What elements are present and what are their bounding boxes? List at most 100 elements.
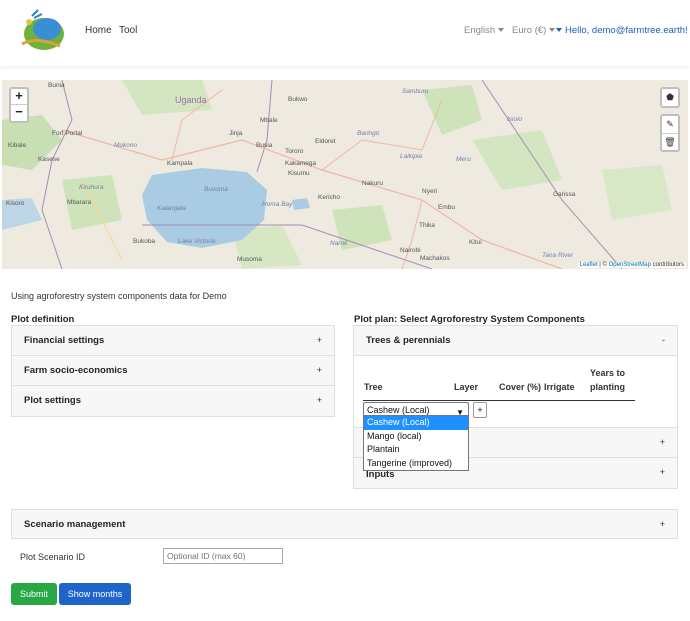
- map-label: Homa Bay: [262, 201, 293, 208]
- map-label: Garissa: [553, 191, 576, 198]
- scenario-id-input[interactable]: [163, 548, 283, 564]
- map-label: Bukwo: [288, 96, 308, 103]
- chevron-down-icon: [556, 28, 562, 33]
- farmtree-logo[interactable]: [14, 8, 68, 54]
- expand-icon: +: [316, 395, 322, 405]
- attribution-separator: | ©: [597, 262, 609, 268]
- map-label: Uganda: [175, 95, 207, 105]
- user-greeting: Hello, demo@farmtree.earth!: [565, 25, 688, 36]
- plot-definition-title: Plot definition: [11, 314, 75, 325]
- map-label: Laikipia: [400, 153, 423, 160]
- edit-icon[interactable]: ✎: [662, 116, 678, 133]
- tree-options-dropdown: Cashew (Local) Mango (local) Plantain Ta…: [363, 415, 469, 471]
- polygon-icon[interactable]: ⬟: [662, 89, 678, 106]
- map-label: Mukono: [114, 142, 138, 149]
- col-irrigate: Irrigate: [544, 382, 575, 392]
- col-cover: Cover (%): [499, 382, 542, 392]
- map-label: Lake Victoria: [178, 238, 216, 245]
- map-label: Nyeri: [422, 188, 438, 195]
- map-label: Baringo: [357, 130, 380, 137]
- map-label: Kiruhura: [79, 184, 104, 191]
- show-months-button[interactable]: Show months: [59, 583, 131, 605]
- attribution-tail: contributors: [650, 262, 684, 268]
- expand-icon: +: [659, 519, 665, 529]
- zoom-out-button[interactable]: −: [11, 105, 27, 121]
- map-label: Embu: [438, 204, 455, 211]
- tree-option[interactable]: Tangerine (improved): [364, 457, 468, 471]
- col-planting: planting: [590, 382, 625, 392]
- plot-definition-accordion: Financial settings + Farm socio-economic…: [11, 325, 335, 417]
- accordion-label: Plot settings: [24, 395, 82, 406]
- map-label: Kisumu: [288, 170, 310, 177]
- plot-plan-title: Plot plan: Select Agroforestry System Co…: [354, 314, 585, 325]
- user-menu[interactable]: Hello, demo@farmtree.earth!: [556, 25, 688, 36]
- leaflet-link[interactable]: Leaflet: [580, 262, 598, 268]
- map-label: Buvuma: [204, 186, 228, 193]
- language-label: English: [464, 25, 496, 36]
- chevron-down-icon: [498, 28, 505, 33]
- financial-settings-header[interactable]: Financial settings +: [12, 326, 334, 356]
- map-label: Nairobi: [400, 247, 421, 254]
- map-label: Meru: [456, 156, 471, 163]
- navbar: Home Tool English Euro (€) Hello, demo@f…: [0, 0, 690, 66]
- map-label: Kitui: [469, 239, 482, 246]
- map-label: Kampala: [167, 160, 193, 167]
- edit-tools-group: ✎ 🗑: [660, 114, 680, 152]
- map[interactable]: Bunia Uganda Bukwo Samburu Isiolo Fort P…: [2, 80, 688, 269]
- map-label: Mbale: [260, 117, 278, 124]
- add-tree-button[interactable]: +: [473, 402, 487, 418]
- currency-label: Euro (€): [512, 25, 547, 36]
- map-label: Narok: [330, 240, 348, 247]
- trash-icon[interactable]: 🗑: [662, 133, 678, 150]
- tree-select-value: Cashew (Local): [367, 405, 430, 415]
- map-label: Mbarara: [67, 199, 92, 206]
- map-label: Samburu: [402, 88, 429, 95]
- plot-settings-header[interactable]: Plot settings +: [12, 386, 334, 416]
- map-label: Nakuru: [362, 180, 383, 187]
- map-label: Busia: [256, 142, 273, 149]
- draw-toolbar: ⬟ ✎ 🗑: [660, 87, 680, 158]
- zoom-in-button[interactable]: +: [11, 89, 27, 105]
- header-divider: [363, 400, 635, 401]
- scenario-id-label: Plot Scenario ID: [20, 552, 86, 562]
- scenario-management-header[interactable]: Scenario management +: [11, 509, 678, 539]
- col-tree: Tree: [364, 382, 383, 392]
- draw-polygon-group: ⬟: [660, 87, 680, 108]
- zoom-control: + −: [9, 87, 29, 123]
- farm-socio-economics-header[interactable]: Farm socio-economics +: [12, 356, 334, 386]
- accordion-label: Scenario management: [24, 519, 126, 530]
- accordion-label: Trees & perennials: [366, 335, 451, 346]
- map-label: Kakamega: [285, 160, 317, 167]
- submit-button[interactable]: Submit: [11, 583, 57, 605]
- map-label: Tororo: [285, 148, 304, 155]
- map-label: Fort Portal: [52, 130, 83, 137]
- currency-dropdown[interactable]: Euro (€): [512, 25, 556, 36]
- nav-tool-link[interactable]: Tool: [119, 25, 137, 36]
- nav-home-link[interactable]: Home: [85, 25, 112, 36]
- map-label: Machakos: [420, 255, 450, 262]
- tree-option[interactable]: Plantain: [364, 443, 468, 457]
- map-label: Bukoba: [133, 238, 156, 245]
- map-label: Kibale: [8, 142, 27, 149]
- osm-link[interactable]: OpenStreetMap: [609, 262, 651, 268]
- language-dropdown[interactable]: English: [464, 25, 505, 36]
- col-layer: Layer: [454, 382, 479, 392]
- map-label: Isiolo: [507, 116, 523, 123]
- tree-option[interactable]: Cashew (Local): [364, 416, 468, 430]
- map-label: Kasese: [38, 156, 60, 163]
- accordion-label: Farm socio-economics: [24, 365, 128, 376]
- chevron-down-icon: [549, 28, 556, 33]
- col-years-to: Years to: [590, 368, 626, 378]
- collapse-icon: -: [662, 335, 665, 345]
- map-label: Tana River: [542, 252, 574, 259]
- map-label: Kisoro: [6, 200, 25, 207]
- map-label: Kericho: [318, 194, 341, 201]
- map-label: Musoma: [237, 256, 262, 263]
- map-label: Kalangala: [157, 205, 186, 212]
- trees-perennials-header[interactable]: Trees & perennials -: [354, 326, 677, 356]
- expand-icon: +: [316, 335, 322, 345]
- data-source-info: Using agroforestry system components dat…: [11, 291, 227, 301]
- tree-option[interactable]: Mango (local): [364, 430, 468, 444]
- expand-icon: +: [316, 365, 322, 375]
- map-label: Eldoret: [315, 138, 336, 145]
